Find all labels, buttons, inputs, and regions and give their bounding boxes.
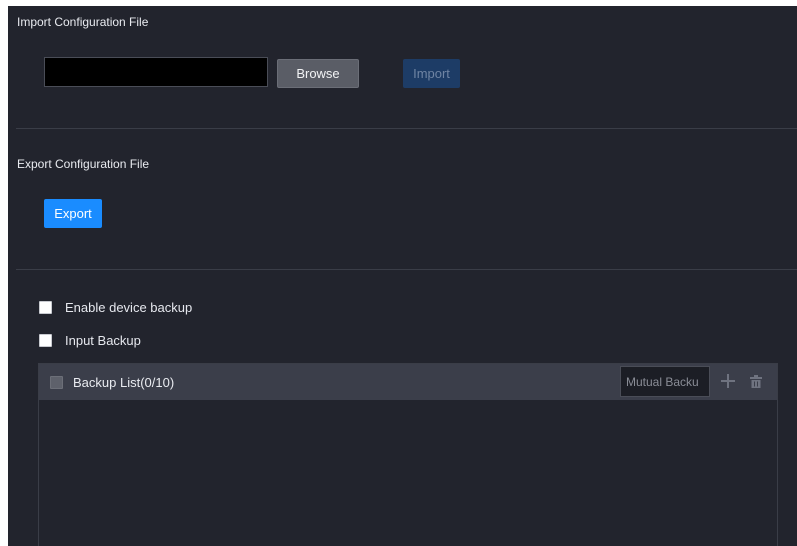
backup-list: Backup List(0/10) Mutual Backu [38, 363, 778, 546]
import-button[interactable]: Import [403, 59, 460, 88]
browse-button[interactable]: Browse [277, 59, 359, 88]
export-button[interactable]: Export [44, 199, 102, 228]
config-panel: Import Configuration File Browse Import … [8, 6, 797, 546]
import-file-path-input[interactable] [44, 57, 268, 87]
section-divider [16, 269, 797, 270]
enable-device-backup-label: Enable device backup [65, 300, 193, 315]
export-section-title: Export Configuration File [17, 157, 150, 171]
input-backup-row[interactable]: Input Backup [39, 333, 141, 348]
backup-list-select-all-checkbox[interactable] [50, 375, 63, 389]
backup-list-header: Backup List(0/10) Mutual Backu [39, 364, 777, 400]
enable-device-backup-row[interactable]: Enable device backup [39, 300, 192, 315]
backup-mode-select[interactable]: Mutual Backu [620, 366, 710, 397]
input-backup-checkbox[interactable] [39, 334, 52, 347]
import-section-title: Import Configuration File [17, 15, 149, 29]
enable-device-backup-checkbox[interactable] [39, 301, 52, 314]
plus-icon[interactable] [719, 372, 737, 390]
trash-icon[interactable] [747, 372, 765, 390]
input-backup-label: Input Backup [65, 333, 141, 348]
section-divider [16, 128, 797, 129]
backup-mode-value: Mutual Backu [626, 374, 699, 389]
backup-list-title: Backup List(0/10) [73, 374, 175, 390]
